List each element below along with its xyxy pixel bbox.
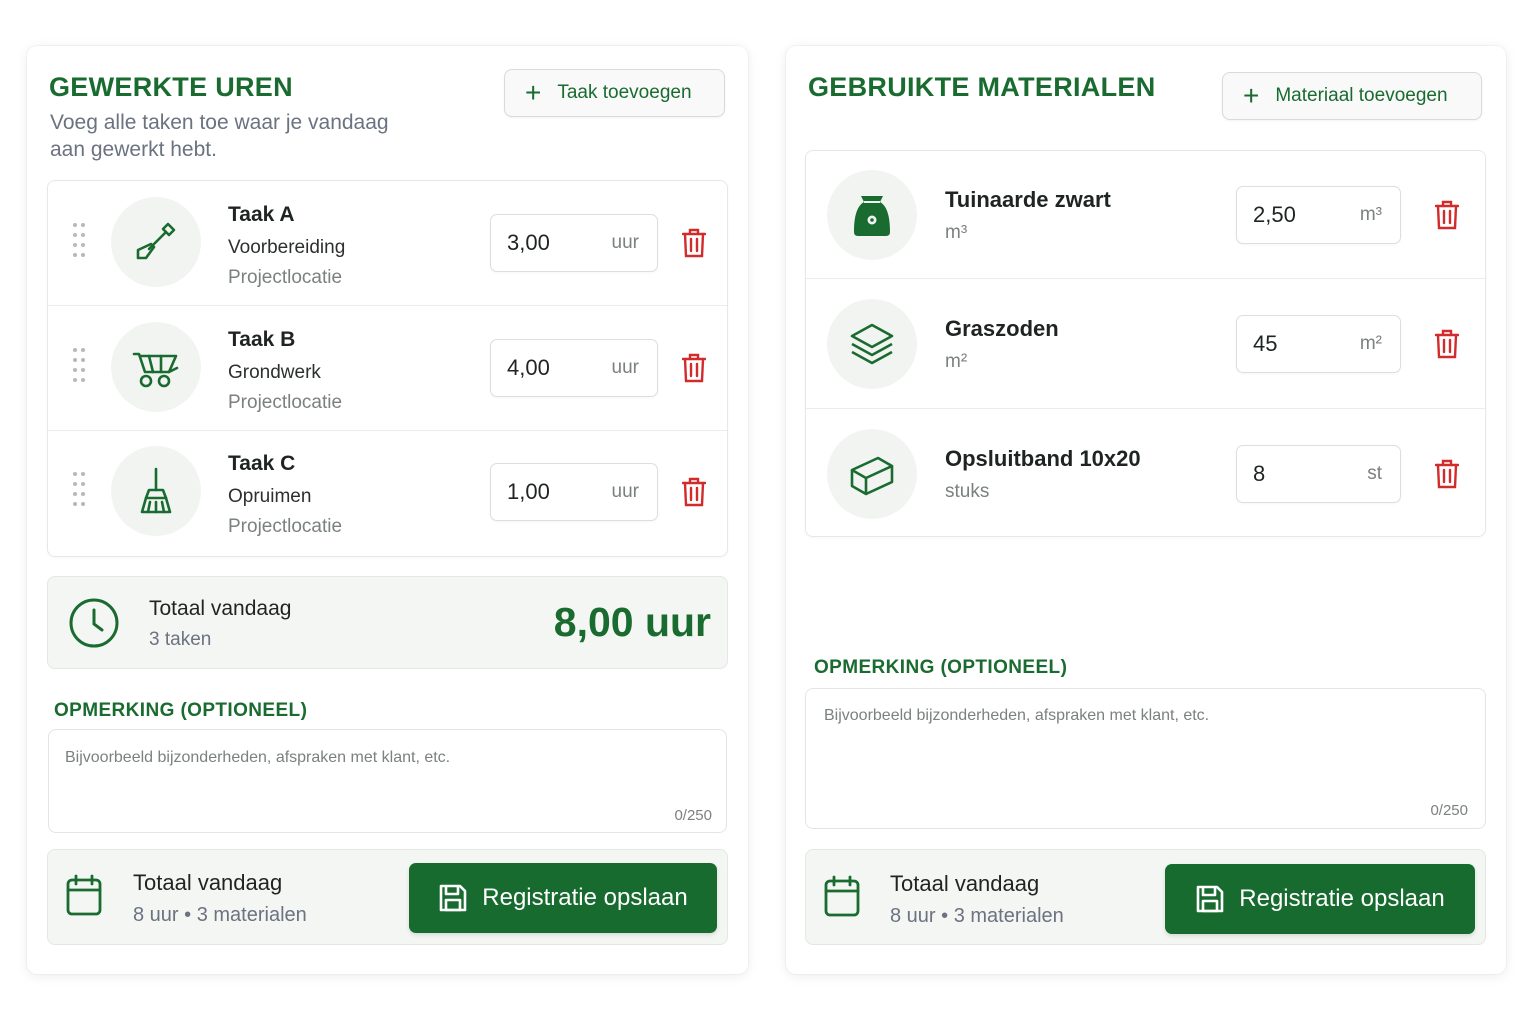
footer-summary: 8 uur • 3 materialen	[133, 904, 307, 926]
task-list: Taak A Voorbereiding Projectlocatie 3,00…	[47, 180, 728, 557]
task-row: Taak A Voorbereiding Projectlocatie 3,00…	[48, 181, 727, 305]
hours-unit: uur	[611, 481, 639, 502]
trash-icon[interactable]	[1435, 329, 1459, 359]
material-name: Opsluitband 10x20	[945, 446, 1141, 471]
material-value: 2,50	[1253, 202, 1296, 227]
calendar-icon	[66, 874, 102, 916]
materials-footer: Totaal vandaag 8 uur • 3 materialen Regi…	[805, 849, 1486, 945]
hours-total-box: Totaal vandaag 3 taken 8,00 uur	[47, 576, 728, 669]
add-task-button[interactable]: + Taak toevoegen	[504, 69, 725, 117]
save-label: Registratie opslaan	[482, 884, 688, 911]
hours-unit: uur	[611, 232, 639, 253]
hours-title: GEWERKTE UREN	[49, 72, 293, 102]
add-material-button[interactable]: + Materiaal toevoegen	[1222, 72, 1482, 120]
note-textarea[interactable]: Bijvoorbeeld bijzonderheden, afspraken m…	[48, 729, 727, 833]
note-label: OPMERKING (OPTIONEEL)	[814, 657, 1068, 678]
trash-icon[interactable]	[682, 353, 706, 383]
plus-icon: +	[1243, 80, 1260, 111]
material-row: Opsluitband 10x20 stuks 8 st	[806, 409, 1485, 537]
note-placeholder: Bijvoorbeeld bijzonderheden, afspraken m…	[824, 707, 1210, 724]
material-unit-label: stuks	[945, 481, 990, 502]
materials-title: GEBRUIKTE MATERIALEN	[808, 72, 1156, 102]
task-title: Taak B	[228, 328, 296, 351]
hours-subtitle: Voeg alle taken toe waar je vandaag aan …	[50, 111, 389, 161]
material-quantity-input[interactable]: 45 m²	[1236, 315, 1401, 373]
trash-icon[interactable]	[682, 477, 706, 507]
block-icon	[827, 429, 917, 519]
note-textarea[interactable]: Bijvoorbeeld bijzonderheden, afspraken m…	[805, 688, 1486, 829]
total-hours-value: 8,00 uur	[553, 599, 711, 645]
trash-icon[interactable]	[1435, 200, 1459, 230]
note-char-count: 0/250	[1430, 802, 1468, 819]
broom-icon	[111, 446, 201, 536]
hours-input[interactable]: 3,00 uur	[490, 214, 658, 272]
soil-bag-icon	[827, 170, 917, 260]
task-row: Taak B Grondwerk Projectlocatie 4,00 uur	[48, 306, 727, 430]
drag-handle-icon[interactable]	[73, 348, 87, 384]
drag-handle-icon[interactable]	[73, 223, 87, 259]
material-row: Graszoden m² 45 m²	[806, 279, 1485, 408]
hours-footer: Totaal vandaag 8 uur • 3 materialen Regi…	[47, 849, 728, 945]
plus-icon: +	[525, 77, 542, 108]
task-title: Taak A	[228, 203, 295, 226]
add-material-label: Materiaal toevoegen	[1275, 85, 1448, 106]
material-unit: m²	[1359, 333, 1382, 354]
hours-value: 1,00	[507, 479, 550, 504]
task-title: Taak C	[228, 452, 296, 475]
material-value: 8	[1253, 461, 1266, 486]
note-label: OPMERKING (OPTIONEEL)	[54, 700, 308, 721]
save-registration-button[interactable]: Registratie opslaan	[409, 863, 717, 933]
hours-unit: uur	[611, 357, 639, 378]
hours-input[interactable]: 4,00 uur	[490, 339, 658, 397]
material-unit: m³	[1359, 204, 1382, 225]
calendar-icon	[824, 875, 860, 917]
task-location: Projectlocatie	[228, 267, 343, 288]
task-activity: Voorbereiding	[228, 237, 346, 258]
task-location: Projectlocatie	[228, 392, 343, 413]
add-task-label: Taak toevoegen	[557, 82, 692, 103]
task-activity: Opruimen	[228, 486, 312, 507]
trash-icon[interactable]	[682, 228, 706, 258]
save-registration-button[interactable]: Registratie opslaan	[1165, 864, 1475, 934]
footer-label: Totaal vandaag	[890, 871, 1040, 896]
hours-panel: GEWERKTE UREN Voeg alle taken toe waar j…	[27, 46, 748, 974]
shovel-icon	[111, 197, 201, 287]
material-unit: st	[1367, 463, 1382, 484]
material-unit-label: m²	[945, 351, 968, 372]
material-name: Tuinaarde zwart	[945, 187, 1111, 212]
wheelbarrow-icon	[111, 322, 201, 412]
clock-icon	[69, 598, 119, 648]
material-row: Tuinaarde zwart m³ 2,50 m³	[806, 151, 1485, 278]
hours-value: 4,00	[507, 355, 550, 380]
save-icon	[439, 884, 467, 912]
trash-icon[interactable]	[1435, 459, 1459, 489]
save-icon	[1196, 885, 1224, 913]
total-sub: 3 taken	[149, 629, 212, 650]
materials-panel: GEBRUIKTE MATERIALEN + Materiaal toevoeg…	[786, 46, 1506, 974]
drag-handle-icon[interactable]	[73, 472, 87, 508]
material-quantity-input[interactable]: 2,50 m³	[1236, 186, 1401, 244]
note-char-count: 0/250	[674, 807, 712, 824]
footer-summary: 8 uur • 3 materialen	[890, 905, 1064, 927]
material-unit-label: m³	[945, 222, 968, 243]
material-value: 45	[1253, 331, 1278, 356]
task-activity: Grondwerk	[228, 362, 321, 383]
task-location: Projectlocatie	[228, 516, 343, 537]
hours-input[interactable]: 1,00 uur	[490, 463, 658, 521]
task-row: Taak C Opruimen Projectlocatie 1,00 uur	[48, 431, 727, 557]
material-list: Tuinaarde zwart m³ 2,50 m³ Graszoden m²	[805, 150, 1486, 537]
save-label: Registratie opslaan	[1239, 885, 1445, 912]
layers-icon	[827, 299, 917, 389]
material-quantity-input[interactable]: 8 st	[1236, 445, 1401, 503]
total-label: Totaal vandaag	[149, 597, 292, 620]
material-name: Graszoden	[945, 316, 1059, 341]
note-placeholder: Bijvoorbeeld bijzonderheden, afspraken m…	[65, 749, 451, 766]
footer-label: Totaal vandaag	[133, 870, 283, 895]
hours-value: 3,00	[507, 230, 550, 255]
